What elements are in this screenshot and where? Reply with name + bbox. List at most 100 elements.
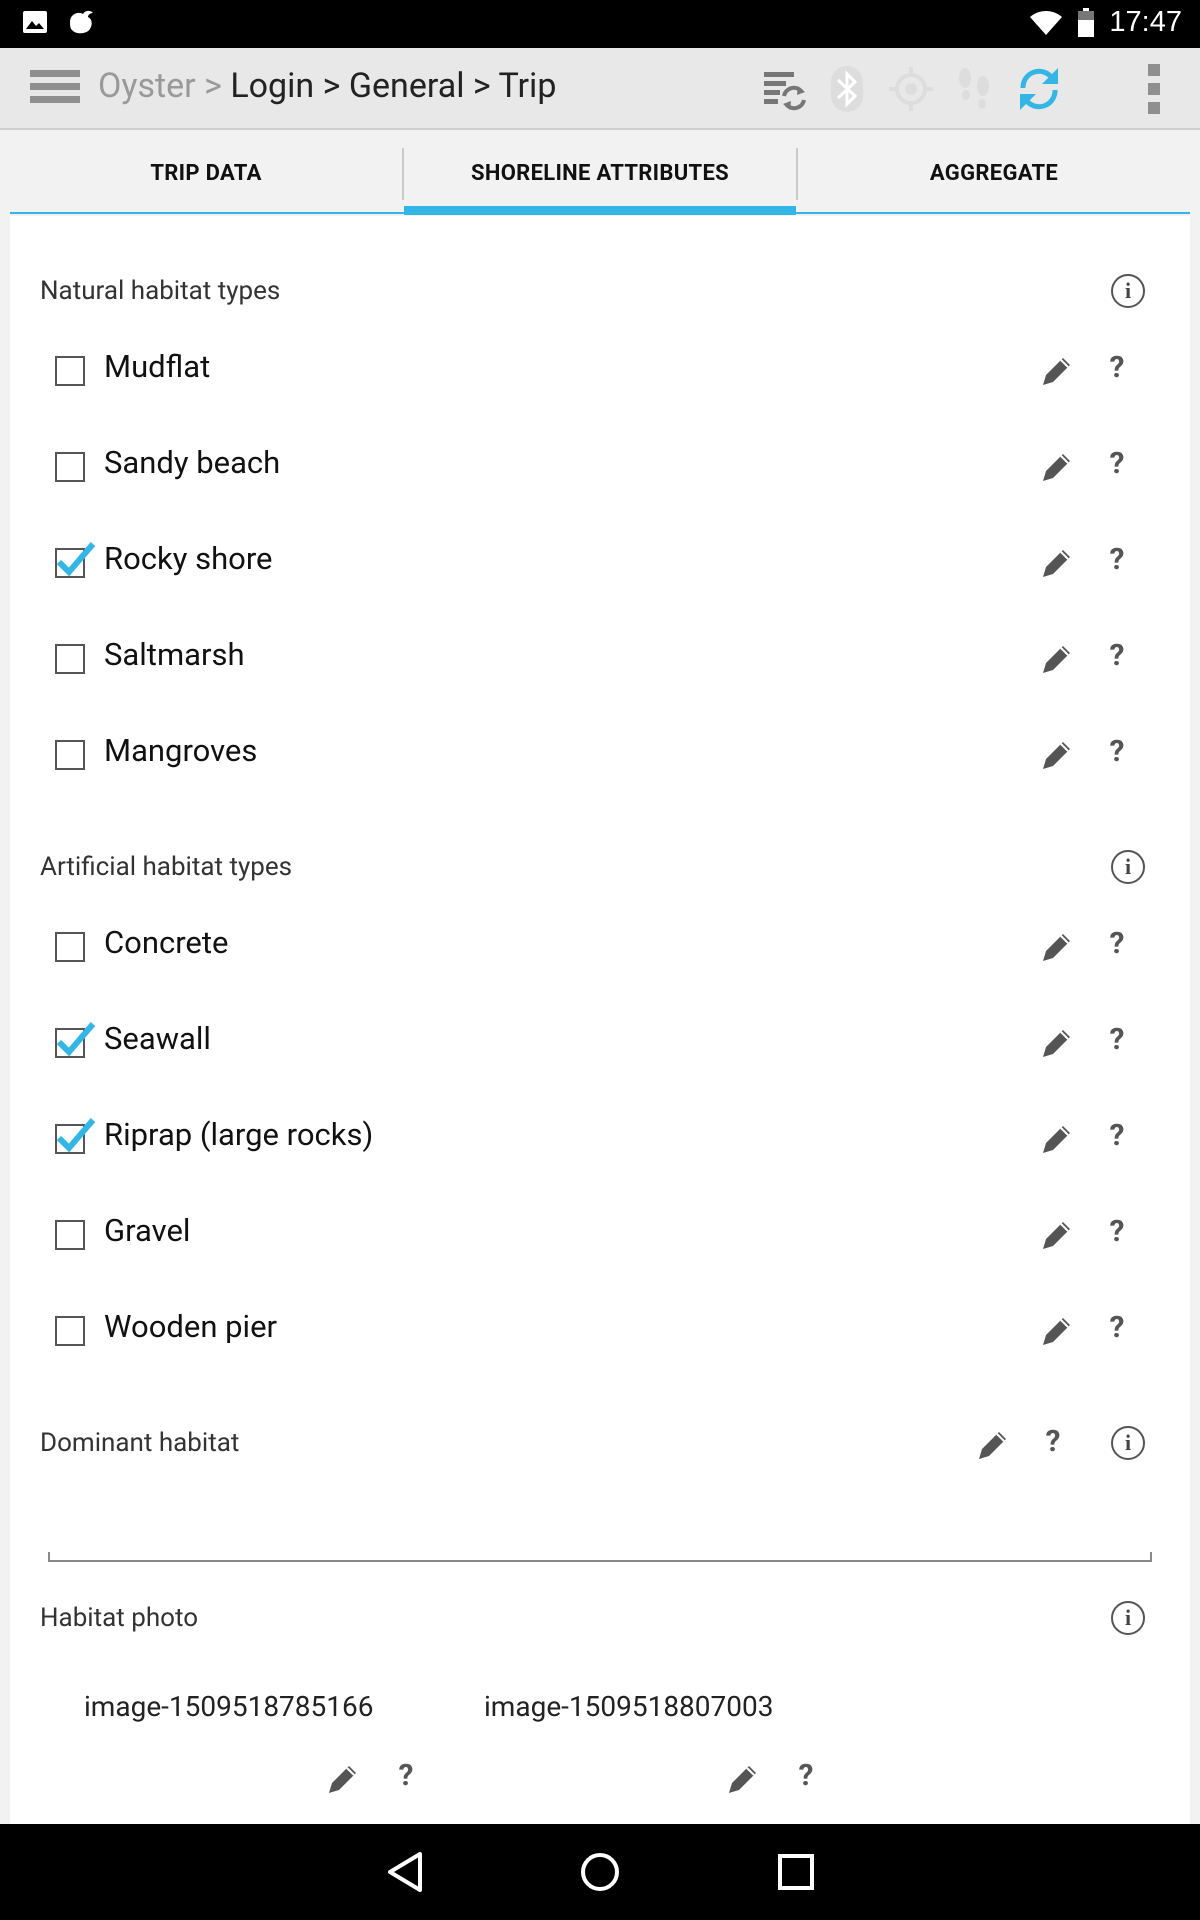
- drawer-menu-icon[interactable]: [30, 70, 80, 108]
- option-label[interactable]: Mudflat: [104, 348, 210, 385]
- photo-name-2[interactable]: image-1509518807003: [484, 1690, 773, 1723]
- checkmark-icon: [56, 1022, 96, 1057]
- info-icon[interactable]: i: [1111, 850, 1145, 884]
- tab-trip-data[interactable]: TRIP DATA: [10, 148, 402, 214]
- action-bar: Oyster > Login > General > Trip: [0, 48, 1200, 130]
- help-icon[interactable]: ?: [1105, 446, 1129, 481]
- help-icon[interactable]: ?: [794, 1758, 818, 1793]
- checkbox-wooden-pier[interactable]: [55, 1316, 85, 1346]
- pencil-icon[interactable]: [1040, 738, 1074, 772]
- option-label[interactable]: Concrete: [104, 924, 228, 961]
- breadcrumb-item-login[interactable]: Login: [230, 66, 314, 106]
- pencil-icon[interactable]: [976, 1428, 1010, 1462]
- tab-shoreline-attributes[interactable]: SHORELINE ATTRIBUTES: [404, 148, 796, 214]
- list-item: Sandy beach ?: [10, 434, 1190, 530]
- bluetooth-icon[interactable]: [822, 64, 872, 114]
- breadcrumb-root[interactable]: Oyster: [98, 66, 196, 106]
- help-icon[interactable]: ?: [1105, 350, 1129, 385]
- home-icon[interactable]: [574, 1846, 626, 1898]
- tab-selected-indicator: [404, 206, 796, 215]
- checkbox-mangroves[interactable]: [55, 740, 85, 770]
- option-label[interactable]: Wooden pier: [104, 1308, 277, 1345]
- info-icon[interactable]: i: [1111, 274, 1145, 308]
- checkbox-riprap[interactable]: [55, 1118, 96, 1154]
- option-label[interactable]: Seawall: [104, 1020, 211, 1057]
- list-item: Mangroves ?: [10, 722, 1190, 818]
- help-icon[interactable]: ?: [1105, 542, 1129, 577]
- gps-icon[interactable]: [886, 64, 936, 114]
- option-label[interactable]: Rocky shore: [104, 540, 273, 577]
- help-icon[interactable]: ?: [394, 1758, 418, 1793]
- list-item: Seawall ?: [10, 1010, 1190, 1106]
- pencil-icon[interactable]: [1040, 1314, 1074, 1348]
- checkbox-concrete[interactable]: [55, 932, 85, 962]
- checkbox-rocky-shore[interactable]: [55, 542, 96, 578]
- form-content[interactable]: Natural habitat types i Mudflat ? Sandy …: [10, 216, 1190, 1824]
- pencil-icon[interactable]: [1040, 1218, 1074, 1252]
- help-icon[interactable]: ?: [1041, 1424, 1065, 1459]
- help-icon[interactable]: ?: [1105, 1214, 1129, 1249]
- info-icon[interactable]: i: [1111, 1601, 1145, 1635]
- breadcrumb: Oyster > Login > General > Trip: [98, 66, 556, 106]
- pencil-icon[interactable]: [1040, 450, 1074, 484]
- list-item: Riprap (large rocks) ?: [10, 1106, 1190, 1202]
- option-label[interactable]: Gravel: [104, 1212, 190, 1249]
- option-label[interactable]: Sandy beach: [104, 444, 280, 481]
- overflow-menu-icon[interactable]: [1148, 64, 1162, 114]
- pencil-icon[interactable]: [1040, 354, 1074, 388]
- clock: 17:47: [1109, 6, 1182, 38]
- help-icon[interactable]: ?: [1105, 1118, 1129, 1153]
- footprints-icon[interactable]: [950, 64, 1000, 114]
- help-icon[interactable]: ?: [1105, 638, 1129, 673]
- status-bar: 17:47: [0, 0, 1200, 48]
- tab-aggregate[interactable]: AGGREGATE: [798, 148, 1190, 214]
- list-item: Saltmarsh ?: [10, 626, 1190, 722]
- help-icon[interactable]: ?: [1105, 734, 1129, 769]
- recents-icon[interactable]: [770, 1846, 822, 1898]
- option-label[interactable]: Mangroves: [104, 732, 257, 769]
- breadcrumb-item-trip[interactable]: Trip: [498, 66, 556, 106]
- help-icon[interactable]: ?: [1105, 1310, 1129, 1345]
- pencil-icon[interactable]: [1040, 1122, 1074, 1156]
- option-label[interactable]: Riprap (large rocks): [104, 1116, 373, 1153]
- list-item: Rocky shore ?: [10, 530, 1190, 626]
- back-icon[interactable]: [380, 1846, 432, 1898]
- pencil-icon[interactable]: [1040, 930, 1074, 964]
- pencil-icon[interactable]: [326, 1762, 360, 1796]
- checkbox-gravel[interactable]: [55, 1220, 85, 1250]
- habitat-photo-title: Habitat photo: [40, 1603, 199, 1633]
- checkmark-icon: [56, 1118, 96, 1153]
- dominant-habitat-title: Dominant habitat: [40, 1428, 240, 1458]
- pencil-icon[interactable]: [1040, 642, 1074, 676]
- pencil-icon[interactable]: [726, 1762, 760, 1796]
- sync-list-icon[interactable]: [760, 64, 810, 114]
- artificial-habitat-title: Artificial habitat types: [40, 852, 293, 882]
- breadcrumb-separator: >: [204, 66, 222, 106]
- list-item: Mudflat ?: [10, 338, 1190, 434]
- notification-app-icon: [70, 10, 93, 34]
- help-icon[interactable]: ?: [1105, 926, 1129, 961]
- checkbox-saltmarsh[interactable]: [55, 644, 85, 674]
- breadcrumb-item-general[interactable]: General: [349, 66, 465, 106]
- info-icon[interactable]: i: [1111, 1426, 1145, 1460]
- list-item: Gravel ?: [10, 1202, 1190, 1298]
- refresh-icon[interactable]: [1014, 64, 1064, 114]
- checkmark-icon: [56, 542, 96, 577]
- checkbox-mudflat[interactable]: [55, 356, 85, 386]
- pencil-icon[interactable]: [1040, 546, 1074, 580]
- battery-icon: [1078, 7, 1095, 37]
- checkbox-seawall[interactable]: [55, 1022, 96, 1058]
- navigation-bar: [0, 1824, 1200, 1920]
- checkbox-sandy-beach[interactable]: [55, 452, 85, 482]
- tab-bar: TRIP DATA SHORELINE ATTRIBUTES AGGREGATE: [10, 148, 1190, 216]
- help-icon[interactable]: ?: [1105, 1022, 1129, 1057]
- dominant-habitat-input[interactable]: [48, 1476, 1152, 1526]
- list-item: Wooden pier ?: [10, 1298, 1190, 1394]
- pencil-icon[interactable]: [1040, 1026, 1074, 1060]
- list-item: Concrete ?: [10, 914, 1190, 1010]
- image-icon: [23, 11, 47, 33]
- natural-habitat-title: Natural habitat types: [40, 276, 281, 306]
- option-label[interactable]: Saltmarsh: [104, 636, 245, 673]
- photo-name-1[interactable]: image-1509518785166: [84, 1690, 373, 1723]
- breadcrumb-separator: >: [322, 66, 341, 106]
